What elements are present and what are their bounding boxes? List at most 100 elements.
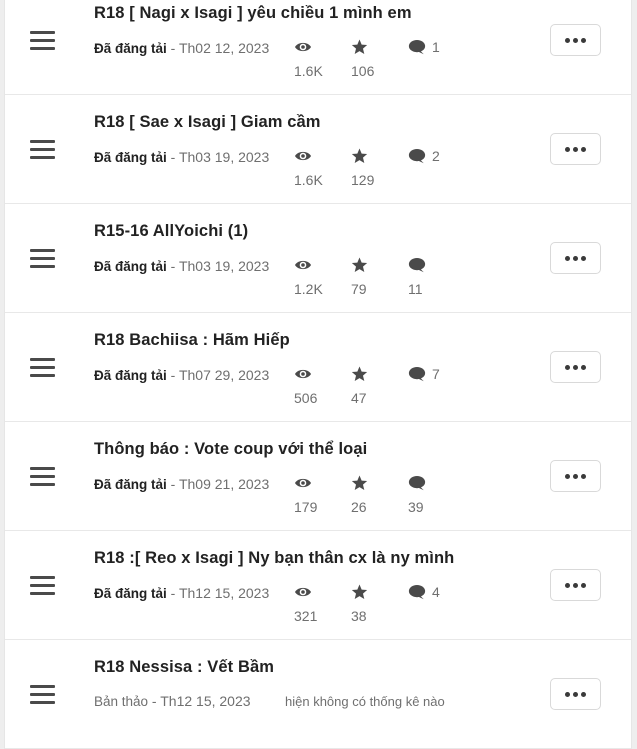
more-options-button[interactable] (550, 460, 601, 492)
views-stat: 1.2K (294, 256, 354, 298)
story-title[interactable]: R15-16 AllYoichi (1) (94, 222, 248, 241)
star-icon (351, 147, 411, 165)
views-count: 179 (294, 499, 318, 515)
eye-icon (294, 38, 354, 56)
story-meta: Đã đăng tải - Th07 29, 2023 (94, 363, 274, 388)
star-icon (351, 38, 411, 56)
comment-icon (408, 256, 426, 274)
comments-stat: 1 (408, 38, 478, 62)
views-stat: 321 (294, 583, 354, 625)
drag-handle-icon[interactable] (30, 249, 55, 268)
stars-count: 38 (351, 608, 367, 624)
comments-count: 39 (408, 499, 424, 515)
stars-stat: 38 (351, 583, 411, 625)
eye-icon (294, 147, 354, 165)
stars-count: 47 (351, 390, 367, 406)
more-options-button[interactable] (550, 569, 601, 601)
story-status: Bản thảo (94, 694, 149, 709)
story-row: R18 [ Nagi x Isagi ] yêu chiều 1 mình em… (5, 0, 631, 95)
drag-handle-icon[interactable] (30, 576, 55, 595)
views-count: 1.6K (294, 63, 323, 79)
eye-icon (294, 474, 354, 492)
story-status: Đã đăng tải (94, 259, 167, 274)
story-status: Đã đăng tải (94, 150, 167, 165)
story-row: R15-16 AllYoichi (1) Đã đăng tải - Th03 … (5, 204, 631, 313)
story-date: - Th12 15, 2023 (166, 585, 270, 601)
story-title[interactable]: R18 Bachiisa : Hãm Hiếp (94, 331, 290, 350)
story-row: R18 Bachiisa : Hãm Hiếp Đã đăng tải - Th… (5, 313, 631, 422)
story-date: - Th09 21, 2023 (166, 476, 270, 492)
story-date: - Th02 12, 2023 (166, 40, 270, 56)
story-date: - Th03 19, 2023 (166, 149, 270, 165)
stars-count: 79 (351, 281, 367, 297)
comment-icon (408, 38, 426, 56)
views-count: 1.6K (294, 172, 323, 188)
star-icon (351, 256, 411, 274)
story-row: R18 [ Sae x Isagi ] Giam cầm Đã đăng tải… (5, 95, 631, 204)
stars-stat: 79 (351, 256, 411, 298)
story-date: - Th07 29, 2023 (166, 367, 270, 383)
stars-stat: 47 (351, 365, 411, 407)
more-options-button[interactable] (550, 133, 601, 165)
drag-handle-icon[interactable] (30, 31, 55, 50)
comments-stat: 7 (408, 365, 478, 389)
no-stats-text: hiện không có thống kê nào (285, 694, 445, 709)
story-meta: Đã đăng tải - Th09 21, 2023 (94, 472, 274, 497)
story-status: Đã đăng tải (94, 41, 167, 56)
story-row: Thông báo : Vote coup với thể loại Đã đă… (5, 422, 631, 531)
comment-icon (408, 474, 426, 492)
drag-handle-icon[interactable] (30, 467, 55, 486)
story-meta: Đã đăng tải - Th12 15, 2023 (94, 581, 274, 606)
views-stat: 506 (294, 365, 354, 407)
story-meta: Đã đăng tải - Th03 19, 2023 (94, 254, 274, 279)
views-stat: 179 (294, 474, 354, 516)
stars-count: 26 (351, 499, 367, 515)
stars-stat: 129 (351, 147, 411, 189)
comments-count: 11 (408, 281, 423, 297)
views-count: 506 (294, 390, 318, 406)
story-list: R18 [ Nagi x Isagi ] yêu chiều 1 mình em… (4, 0, 632, 749)
stars-stat: 106 (351, 38, 411, 80)
story-status: Đã đăng tải (94, 477, 167, 492)
star-icon (351, 583, 411, 601)
comments-stat: 11 (408, 256, 478, 298)
story-date: - Th03 19, 2023 (166, 258, 270, 274)
drag-handle-icon[interactable] (30, 140, 55, 159)
more-options-button[interactable] (550, 678, 601, 710)
story-title[interactable]: Thông báo : Vote coup với thể loại (94, 440, 367, 459)
comment-icon (408, 365, 426, 383)
comments-count-inline: 1 (432, 39, 440, 55)
story-meta: Đã đăng tải - Th03 19, 2023 (94, 145, 274, 170)
stars-stat: 26 (351, 474, 411, 516)
star-icon (351, 365, 411, 383)
comment-icon (408, 583, 426, 601)
views-count: 1.2K (294, 281, 323, 297)
comments-count-inline: 2 (432, 148, 440, 164)
comments-stat: 2 (408, 147, 478, 171)
eye-icon (294, 256, 354, 274)
eye-icon (294, 365, 354, 383)
views-stat: 1.6K (294, 38, 354, 80)
draft-row: R18 Nessisa : Vết Bầm Bản thảo - Th12 15… (5, 640, 631, 749)
stars-count: 106 (351, 63, 375, 79)
story-status: Đã đăng tải (94, 586, 167, 601)
story-title[interactable]: R18 :[ Reo x Isagi ] Ny bạn thân cx là n… (94, 549, 454, 568)
views-stat: 1.6K (294, 147, 354, 189)
story-meta: Đã đăng tải - Th02 12, 2023 (94, 36, 274, 61)
more-options-button[interactable] (550, 242, 601, 274)
drag-handle-icon[interactable] (30, 358, 55, 377)
story-title[interactable]: R18 [ Nagi x Isagi ] yêu chiều 1 mình em (94, 4, 412, 23)
more-options-button[interactable] (550, 24, 601, 56)
views-count: 321 (294, 608, 318, 624)
eye-icon (294, 583, 354, 601)
story-meta: Bản thảo - Th12 15, 2023 (94, 693, 251, 709)
story-status: Đã đăng tải (94, 368, 167, 383)
comments-count-inline: 7 (432, 366, 440, 382)
comments-count-inline: 4 (432, 584, 440, 600)
story-title[interactable]: R18 Nessisa : Vết Bầm (94, 658, 274, 677)
drag-handle-icon[interactable] (30, 685, 55, 704)
more-options-button[interactable] (550, 351, 601, 383)
story-title[interactable]: R18 [ Sae x Isagi ] Giam cầm (94, 113, 321, 132)
story-row: R18 :[ Reo x Isagi ] Ny bạn thân cx là n… (5, 531, 631, 640)
story-date: - Th12 15, 2023 (148, 693, 251, 709)
